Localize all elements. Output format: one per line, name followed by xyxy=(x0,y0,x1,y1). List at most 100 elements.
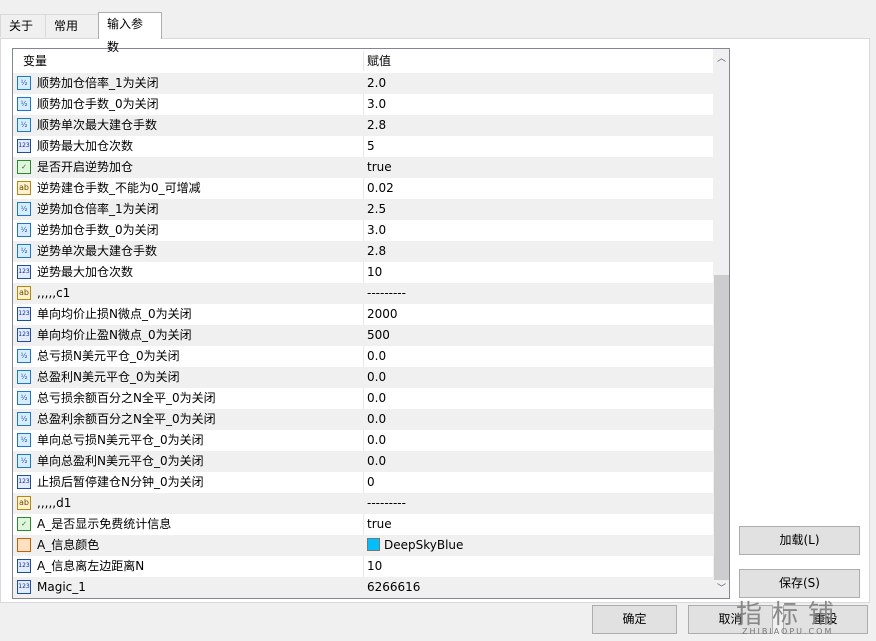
parameter-value[interactable]: 0 xyxy=(367,472,375,493)
parameter-row[interactable]: ½ 总盈利N美元平仓_0为关闭 0.0 xyxy=(13,367,713,388)
parameter-value[interactable]: DeepSkyBlue xyxy=(367,535,463,556)
parameter-name: ,,,,,c1 xyxy=(37,286,71,300)
watermark-logo: 指标铺 xyxy=(736,600,845,630)
parameter-value[interactable]: true xyxy=(367,514,392,535)
parameter-row[interactable]: ½ 单向总亏损N美元平仓_0为关闭 0.0 xyxy=(13,430,713,451)
parameter-row[interactable]: ab ,,,,,d1 --------- xyxy=(13,493,713,514)
parameter-row[interactable]: 123 Magic_1 6266616 xyxy=(13,577,713,598)
parameter-name: 顺势加仓手数_0为关闭 xyxy=(37,97,159,111)
parameter-value[interactable]: 2000 xyxy=(367,304,398,325)
parameter-row[interactable]: ✓ A_是否显示免费统计信息 true xyxy=(13,514,713,535)
parameter-row[interactable]: ½ 顺势加仓倍率_1为关闭 2.0 xyxy=(13,73,713,94)
tab-common[interactable]: 常用 xyxy=(45,14,99,37)
parameter-row[interactable]: 123 逆势最大加仓次数 10 xyxy=(13,262,713,283)
type-bool-icon: ✓ xyxy=(17,160,31,174)
tab-label: 常用 xyxy=(54,19,79,33)
parameter-value[interactable]: 10 xyxy=(367,556,382,577)
column-header-variable[interactable]: 变量 xyxy=(23,49,47,73)
parameter-name: 单向均价止盈N微点_0为关闭 xyxy=(37,328,192,342)
type-color-icon xyxy=(17,538,31,552)
parameter-value[interactable]: 0.0 xyxy=(367,430,386,451)
parameter-row[interactable]: 123 单向均价止损N微点_0为关闭 2000 xyxy=(13,304,713,325)
parameter-value[interactable]: 0.0 xyxy=(367,451,386,472)
parameter-row[interactable]: ½ 总亏损N美元平仓_0为关闭 0.0 xyxy=(13,346,713,367)
parameter-value[interactable]: 3.0 xyxy=(367,220,386,241)
type-double-icon: ½ xyxy=(17,370,31,384)
parameter-name: 逆势最大加仓次数 xyxy=(37,265,134,279)
tab-about[interactable]: 关于 xyxy=(0,14,46,37)
parameter-row[interactable]: 123 单向均价止盈N微点_0为关闭 500 xyxy=(13,325,713,346)
parameter-row[interactable]: ✓ 是否开启逆势加仓 true xyxy=(13,157,713,178)
parameter-row[interactable]: ½ 顺势单次最大建仓手数 2.8 xyxy=(13,115,713,136)
type-int-icon: 123 xyxy=(17,328,31,342)
parameter-name: ,,,,,d1 xyxy=(37,496,72,510)
parameter-name: 逆势建仓手数_不能为0_可增减 xyxy=(37,181,201,195)
parameter-value[interactable]: 2.0 xyxy=(367,73,386,94)
parameter-value[interactable]: 2.8 xyxy=(367,115,386,136)
parameter-row[interactable]: ½ 顺势加仓手数_0为关闭 3.0 xyxy=(13,94,713,115)
parameter-value[interactable]: 0.0 xyxy=(367,409,386,430)
tab-inputs[interactable]: 输入参数 xyxy=(98,12,162,54)
parameter-value[interactable]: --------- xyxy=(367,283,406,304)
parameter-value[interactable]: 0.02 xyxy=(367,178,394,199)
parameter-row[interactable]: A_信息颜色 DeepSkyBlue xyxy=(13,535,713,556)
parameter-value[interactable]: 2.8 xyxy=(367,241,386,262)
parameter-value[interactable]: 10 xyxy=(367,262,382,283)
parameter-value[interactable]: 5 xyxy=(367,136,375,157)
parameter-row[interactable]: ½ 逆势加仓手数_0为关闭 3.0 xyxy=(13,220,713,241)
parameter-name: 止损后暂停建仓N分钟_0为关闭 xyxy=(37,475,204,489)
parameter-name: 顺势加仓倍率_1为关闭 xyxy=(37,76,159,90)
column-header-value[interactable]: 赋值 xyxy=(367,49,391,73)
parameter-row[interactable]: ½ 单向总盈利N美元平仓_0为关闭 0.0 xyxy=(13,451,713,472)
type-int-icon: 123 xyxy=(17,307,31,321)
parameter-row[interactable]: ab 逆势建仓手数_不能为0_可增减 0.02 xyxy=(13,178,713,199)
parameter-row[interactable]: ab ,,,,,c1 --------- xyxy=(13,283,713,304)
type-double-icon: ½ xyxy=(17,118,31,132)
ok-button[interactable]: 确定 xyxy=(592,605,677,634)
parameter-name: 单向总亏损N美元平仓_0为关闭 xyxy=(37,433,204,447)
parameter-row[interactable]: 123 A_信息离左边距离N 10 xyxy=(13,556,713,577)
parameter-name: 单向均价止损N微点_0为关闭 xyxy=(37,307,192,321)
type-string-icon: ab xyxy=(17,286,31,300)
parameter-value[interactable]: 2.5 xyxy=(367,199,386,220)
vertical-scrollbar[interactable]: ︿ ﹀ xyxy=(713,49,729,598)
parameter-value[interactable]: 0.0 xyxy=(367,346,386,367)
parameter-value[interactable]: --------- xyxy=(367,493,406,514)
parameter-name: 单向总盈利N美元平仓_0为关闭 xyxy=(37,454,204,468)
tab-label: 关于 xyxy=(9,19,34,33)
parameter-value[interactable]: 0.0 xyxy=(367,367,386,388)
type-string-icon: ab xyxy=(17,496,31,510)
type-double-icon: ½ xyxy=(17,202,31,216)
parameter-value[interactable]: 6266616 xyxy=(367,577,420,598)
type-double-icon: ½ xyxy=(17,76,31,90)
type-int-icon: 123 xyxy=(17,559,31,573)
type-int-icon: 123 xyxy=(17,139,31,153)
parameter-name: 总盈利N美元平仓_0为关闭 xyxy=(37,370,180,384)
load-button[interactable]: 加载(L) xyxy=(739,526,860,555)
parameter-name: A_是否显示免费统计信息 xyxy=(37,517,172,531)
parameter-name: 顺势单次最大建仓手数 xyxy=(37,118,158,132)
type-double-icon: ½ xyxy=(17,244,31,258)
watermark-url: ZHIBIAOPU.COM xyxy=(742,627,834,636)
parameter-row[interactable]: 123 止损后暂停建仓N分钟_0为关闭 0 xyxy=(13,472,713,493)
parameter-row[interactable]: 123 顺势最大加仓次数 5 xyxy=(13,136,713,157)
parameter-name: 总亏损余额百分之N全平_0为关闭 xyxy=(37,391,216,405)
type-double-icon: ½ xyxy=(17,412,31,426)
parameter-value[interactable]: 3.0 xyxy=(367,94,386,115)
parameter-row[interactable]: ½ 逆势单次最大建仓手数 2.8 xyxy=(13,241,713,262)
scroll-down-icon[interactable]: ﹀ xyxy=(713,581,729,598)
type-int-icon: 123 xyxy=(17,475,31,489)
scroll-up-icon[interactable]: ︿ xyxy=(713,51,729,68)
column-divider[interactable] xyxy=(363,51,364,71)
parameter-value[interactable]: true xyxy=(367,157,392,178)
type-double-icon: ½ xyxy=(17,391,31,405)
color-swatch xyxy=(367,538,380,551)
parameter-value[interactable]: 500 xyxy=(367,325,390,346)
parameter-name: 顺势最大加仓次数 xyxy=(37,139,134,153)
scrollbar-thumb[interactable] xyxy=(714,275,729,580)
parameter-row[interactable]: ½ 逆势加仓倍率_1为关闭 2.5 xyxy=(13,199,713,220)
parameter-row[interactable]: ½ 总亏损余额百分之N全平_0为关闭 0.0 xyxy=(13,388,713,409)
type-double-icon: ½ xyxy=(17,97,31,111)
parameter-row[interactable]: ½ 总盈利余额百分之N全平_0为关闭 0.0 xyxy=(13,409,713,430)
parameter-value[interactable]: 0.0 xyxy=(367,388,386,409)
